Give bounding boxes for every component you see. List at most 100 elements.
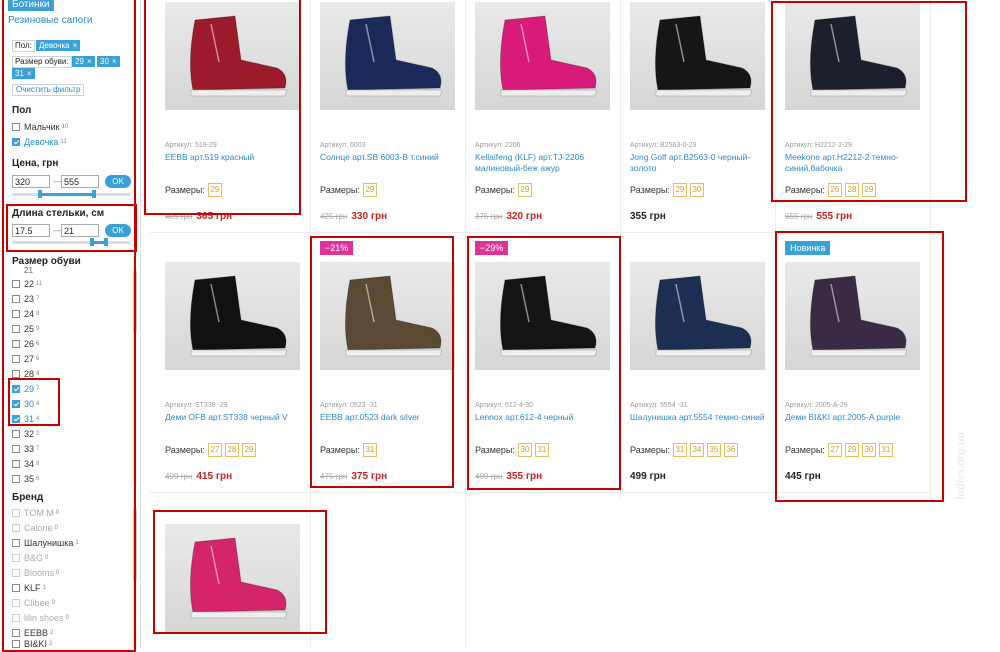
brand-option[interactable]: B&G 0 (12, 552, 48, 564)
checkbox[interactable] (12, 295, 20, 303)
size-option-checked[interactable]: 29 7 (12, 383, 39, 395)
size-option[interactable]: 33 7 (12, 443, 39, 455)
checkbox[interactable] (12, 569, 20, 577)
size-option-button[interactable]: 35 (706, 443, 721, 457)
checkbox[interactable] (12, 524, 20, 532)
product-name-link[interactable]: Lennox арт.612-4 черный (475, 412, 617, 423)
product-name-link[interactable]: Солнце арт.SB 6003-B т.синий (320, 152, 462, 163)
brand-option[interactable]: Calorie 0 (12, 522, 58, 534)
insole-slider-max-handle[interactable] (104, 238, 108, 246)
product-name-link[interactable]: Jong Golf арт.B2563-0 черный-золото (630, 152, 772, 174)
checkbox[interactable] (12, 280, 20, 288)
checkbox[interactable] (12, 340, 20, 348)
size-option-button[interactable]: 36 (723, 443, 738, 457)
size-option-button[interactable]: 34 (689, 443, 704, 457)
size-option-button[interactable]: 29 (672, 183, 687, 197)
size-chip[interactable]: 30 × (97, 56, 120, 67)
size-option-button[interactable]: 29 (517, 183, 532, 197)
size-option-button[interactable]: 29 (362, 183, 377, 197)
close-icon[interactable]: × (112, 57, 117, 66)
checkbox[interactable] (12, 629, 20, 637)
checkbox[interactable] (12, 640, 20, 648)
insole-ok-button[interactable]: OK (105, 224, 131, 237)
size-option[interactable]: 26 6 (12, 338, 39, 350)
checkbox[interactable] (12, 355, 20, 363)
size-option-button[interactable]: 27 (827, 443, 842, 457)
checkbox[interactable] (12, 554, 20, 562)
insole-from-input[interactable]: 17.5 (12, 224, 50, 237)
size-option[interactable]: 22 11 (12, 278, 42, 290)
price-slider-min-handle[interactable] (38, 190, 42, 198)
gender-option-girl[interactable]: Девочка 11 (12, 136, 67, 148)
size-option[interactable]: 27 6 (12, 353, 39, 365)
product-image[interactable] (165, 262, 300, 370)
size-option-button[interactable]: 28 (844, 183, 859, 197)
size-option-button[interactable]: 31 (878, 443, 893, 457)
size-option[interactable]: 23 7 (12, 293, 39, 305)
price-ok-button[interactable]: OK (105, 175, 131, 188)
product-image[interactable] (165, 2, 300, 110)
product-name-link[interactable]: Шалунишка арт.5554 темно-синий (630, 412, 772, 423)
brand-option[interactable]: Шалунишка 1 (12, 537, 79, 549)
brand-option[interactable]: EEBB 2 (12, 627, 53, 639)
size-option[interactable]: 25 9 (12, 323, 39, 335)
size-option-button[interactable]: 28 (224, 443, 239, 457)
close-icon[interactable]: × (87, 57, 92, 66)
size-option-button[interactable]: 30 (861, 443, 876, 457)
checkbox[interactable] (12, 385, 20, 393)
checkbox[interactable] (12, 475, 20, 483)
size-option-button[interactable]: 29 (207, 183, 222, 197)
product-image[interactable] (475, 262, 610, 370)
price-from-input[interactable]: 320 (12, 175, 50, 188)
checkbox[interactable] (12, 138, 20, 146)
size-option-button[interactable]: 29 (241, 443, 256, 457)
checkbox[interactable] (12, 400, 20, 408)
checkbox[interactable] (12, 599, 20, 607)
gender-chip[interactable]: Девочка × (36, 40, 81, 51)
size-option-button[interactable]: 31 (362, 443, 377, 457)
checkbox[interactable] (12, 123, 20, 131)
brand-list-scroll-thumb[interactable] (133, 510, 137, 580)
size-option-button[interactable]: 31 (672, 443, 687, 457)
product-image[interactable] (785, 262, 920, 370)
product-image[interactable] (475, 2, 610, 110)
checkbox[interactable] (12, 310, 20, 318)
size-option[interactable]: 34 8 (12, 458, 39, 470)
checkbox[interactable] (12, 460, 20, 468)
size-option[interactable]: 24 8 (12, 308, 39, 320)
size-option-checked[interactable]: 31 4 (12, 413, 39, 425)
category-boots-link[interactable]: Ботинки (8, 0, 54, 11)
checkbox[interactable] (12, 539, 20, 547)
product-image[interactable] (785, 2, 920, 110)
checkbox[interactable] (12, 415, 20, 423)
size-option-button[interactable]: 29 (861, 183, 876, 197)
size-option-button[interactable]: 26 (827, 183, 842, 197)
checkbox[interactable] (12, 430, 20, 438)
size-option-button[interactable]: 30 (517, 443, 532, 457)
brand-option[interactable]: Blooms 0 (12, 567, 59, 579)
product-name-link[interactable]: Деми OFB арт.ST338 черный V (165, 412, 307, 423)
gender-option-boy[interactable]: Мальчик 10 (12, 121, 68, 133)
size-option-checked[interactable]: 30 4 (12, 398, 39, 410)
product-image[interactable] (165, 524, 300, 632)
checkbox[interactable] (12, 445, 20, 453)
checkbox[interactable] (12, 370, 20, 378)
insole-slider-min-handle[interactable] (90, 238, 94, 246)
product-name-link[interactable]: Kellaifeng (KLF) арт.TJ-2206 малиновый-б… (475, 152, 617, 174)
checkbox[interactable] (12, 325, 20, 333)
brand-option[interactable]: Clibee 0 (12, 597, 55, 609)
product-image[interactable] (320, 262, 455, 370)
category-rubber-boots-link[interactable]: Резиновые сапоги (8, 15, 92, 26)
checkbox[interactable] (12, 614, 20, 622)
brand-option[interactable]: lilin shoes 0 (12, 612, 69, 624)
size-list-scroll-thumb[interactable] (133, 272, 137, 332)
product-image[interactable] (630, 262, 765, 370)
size-option-button[interactable]: 29 (844, 443, 859, 457)
product-image[interactable] (320, 2, 455, 110)
price-slider-max-handle[interactable] (92, 190, 96, 198)
product-name-link[interactable]: Meekone арт.H2212-2 темно-синий,бабочка (785, 152, 927, 174)
size-option[interactable]: 35 6 (12, 473, 39, 485)
brand-option[interactable]: TOM.M 0 (12, 507, 59, 519)
clear-filter-button[interactable]: Очистить фильтр (12, 84, 85, 96)
size-option-button[interactable]: 31 (534, 443, 549, 457)
